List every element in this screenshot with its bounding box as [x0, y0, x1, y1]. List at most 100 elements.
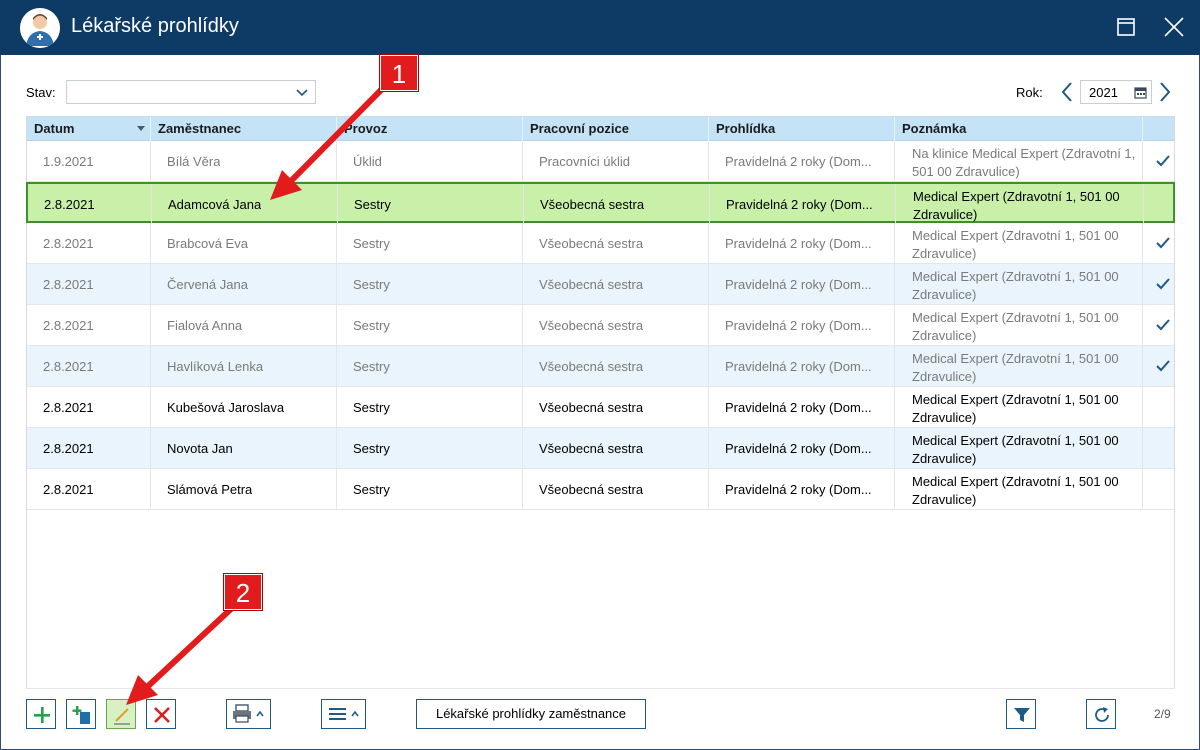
cell-poznamka: Medical Expert (Zdravotní 1, 501 00 Zdra…: [895, 469, 1143, 509]
table-row[interactable]: 2.8.2021 Adamcová Jana Sestry Všeobecná ses…: [26, 182, 1175, 224]
cell-pozice: Všeobecná sestra: [523, 346, 709, 386]
cell-poznamka: Na klinice Medical Expert (Zdravotní 1, …: [895, 141, 1143, 181]
print-menu-button[interactable]: [226, 699, 271, 729]
cell-poznamka: Medical Expert (Zdravotní 1, 501 00 Zdra…: [896, 184, 1144, 224]
refresh-button[interactable]: [1086, 699, 1116, 729]
table-row[interactable]: 2.8.2021 Havlíková Lenka Sestry Všeobecná s…: [27, 346, 1174, 387]
callout-1: 1: [380, 55, 418, 91]
column-header-poznamka[interactable]: Poznámka: [895, 117, 1143, 141]
cell-poznamka: Medical Expert (Zdravotní 1, 501 00 Zdra…: [895, 428, 1143, 468]
maximize-button[interactable]: [1114, 15, 1138, 39]
table-row[interactable]: 2.8.2021 Novota Jan Sestry Všeobecná sestra…: [27, 428, 1174, 469]
cell-prohlidka-text: Pravidelná 2 roky (Dom...: [725, 441, 872, 456]
cell-datum: 2.8.2021: [27, 346, 151, 386]
menu-button[interactable]: [321, 699, 366, 729]
cell-datum-text: 2.8.2021: [43, 236, 94, 251]
cell-prohlidka: Pravidelná 2 roky (Dom...: [709, 428, 895, 468]
checkmark-icon: [1156, 155, 1170, 167]
cell-zamestnanec: Slámová Petra: [151, 469, 337, 509]
plus-icon: [34, 707, 50, 723]
cell-prohlidka-text: Pravidelná 2 roky (Dom...: [725, 482, 872, 497]
column-header-prohlidka[interactable]: Prohlídka: [709, 117, 895, 141]
year-next-button[interactable]: [1156, 80, 1174, 104]
refresh-icon: [1095, 707, 1109, 722]
cell-zamestnanec-text: Červená Jana: [167, 277, 248, 292]
chevron-down-icon: [296, 89, 308, 97]
table-row[interactable]: 2.8.2021 Kubešová Jaroslava Sestry Všeobecn…: [27, 387, 1174, 428]
table-row[interactable]: 2.8.2021 Slámová Petra Sestry Všeobecná ses…: [27, 469, 1174, 510]
cell-prohlidka: Pravidelná 2 roky (Dom...: [709, 387, 895, 427]
cell-pozice: Všeobecná sestra: [524, 184, 710, 224]
printer-icon: [233, 704, 264, 723]
edit-button[interactable]: [106, 699, 136, 729]
cell-pozice-text: Všeobecná sestra: [539, 318, 644, 333]
cell-pozice-text: Pracovníci úklid: [539, 154, 631, 169]
cell-provoz-text: Sestry: [353, 236, 390, 251]
column-header-zamestnanec[interactable]: Zaměstnanec: [151, 117, 337, 141]
close-icon: [1164, 17, 1184, 37]
table-row[interactable]: 2.8.2021 Červená Jana Sestry Všeobecná sest…: [27, 264, 1174, 305]
filter-button[interactable]: [1006, 699, 1036, 729]
stav-label: Stav:: [26, 85, 56, 100]
cell-pozice: Všeobecná sestra: [523, 469, 709, 509]
cell-pozice: Všeobecná sestra: [523, 428, 709, 468]
cell-zamestnanec-text: Havlíková Lenka: [167, 359, 264, 374]
cell-zamestnanec-text: Brabcová Eva: [167, 236, 248, 251]
cell-provoz-text: Sestry: [353, 441, 390, 456]
add-button[interactable]: [26, 699, 56, 729]
cell-provoz: Sestry: [337, 223, 523, 263]
cell-prohlidka: Pravidelná 2 roky (Dom...: [709, 141, 895, 181]
cell-pozice: Pracovníci úklid: [523, 141, 709, 181]
chevron-right-icon: [1160, 82, 1171, 102]
employee-exams-button[interactable]: Lékařské prohlídky zaměstnance: [416, 699, 646, 729]
cell-pozice-text: Všeobecná sestra: [539, 482, 644, 497]
cell-zamestnanec-text: Adamcová Jana: [168, 197, 262, 212]
cell-zamestnanec: Bílá Věra: [151, 141, 337, 181]
year-prev-button[interactable]: [1058, 80, 1076, 104]
cell-provoz-text: Sestry: [354, 197, 391, 212]
stav-select[interactable]: [66, 80, 316, 104]
cell-pozice: Všeobecná sestra: [523, 305, 709, 345]
cell-zamestnanec: Brabcová Eva: [151, 223, 337, 263]
cell-zamestnanec-text: Slámová Petra: [167, 482, 253, 497]
window-title: Lékařské prohlídky: [71, 15, 239, 37]
cell-datum-text: 1.9.2021: [43, 154, 94, 169]
calendar-icon[interactable]: [1134, 86, 1147, 99]
column-header-provoz[interactable]: Provoz: [337, 117, 523, 141]
cell-zamestnanec: Adamcová Jana: [152, 184, 338, 224]
cell-provoz-text: Sestry: [353, 318, 390, 333]
doctor-avatar-icon: [20, 8, 60, 48]
cell-prohlidka-text: Pravidelná 2 roky (Dom...: [725, 236, 872, 251]
table-row[interactable]: 2.8.2021 Brabcová Eva Sestry Všeobecná sest…: [27, 223, 1174, 264]
cell-zamestnanec: Havlíková Lenka: [151, 346, 337, 386]
cell-datum-text: 2.8.2021: [43, 359, 94, 374]
cell-datum-text: 2.8.2021: [43, 482, 94, 497]
callout-2: 2: [224, 574, 262, 610]
cell-poznamka: Medical Expert (Zdravotní 1, 501 00 Zdra…: [895, 305, 1143, 345]
copy-add-button[interactable]: [66, 699, 96, 729]
copy-plus-icon: [72, 706, 90, 724]
cell-provoz: Úklid: [337, 141, 523, 181]
column-header-pozice[interactable]: Pracovní pozice: [523, 117, 709, 141]
exams-table: Datum Zaměstnanec Provoz Pracovní pozice…: [26, 116, 1175, 689]
close-button[interactable]: [1162, 15, 1186, 39]
table-row[interactable]: 2.8.2021 Fialová Anna Sestry Všeobecná sest…: [27, 305, 1174, 346]
cell-prohlidka-text: Pravidelná 2 roky (Dom...: [725, 318, 872, 333]
hamburger-menu-icon: [329, 708, 359, 720]
checkmark-icon: [1156, 360, 1170, 372]
cell-zamestnanec-text: Kubešová Jaroslava: [167, 400, 285, 415]
cell-datum-text: 2.8.2021: [43, 400, 94, 415]
pencil-icon: [114, 708, 130, 725]
year-input[interactable]: 2021: [1080, 80, 1152, 104]
cell-provoz: Sestry: [338, 184, 524, 224]
cell-datum-text: 2.8.2021: [44, 197, 95, 212]
cell-prohlidka: Pravidelná 2 roky (Dom...: [709, 469, 895, 509]
delete-button[interactable]: [146, 699, 176, 729]
cell-datum: 2.8.2021: [27, 387, 151, 427]
cell-datum: 2.8.2021: [27, 264, 151, 304]
table-row[interactable]: 1.9.2021 Bílá Věra Úklid Pracovníci úklid Pr…: [27, 141, 1174, 182]
cell-datum: 1.9.2021: [27, 141, 151, 181]
cell-poznamka-text: Medical Expert (Zdravotní 1, 501 00 Zdra…: [913, 189, 1120, 222]
cell-provoz: Sestry: [337, 264, 523, 304]
column-header-datum[interactable]: Datum: [27, 117, 151, 141]
